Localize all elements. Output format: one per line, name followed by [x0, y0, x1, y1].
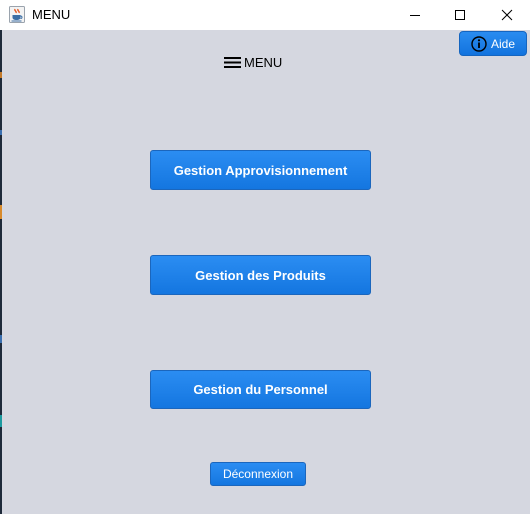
minimize-button[interactable]: [393, 0, 437, 30]
gestion-approvisionnement-label: Gestion Approvisionnement: [173, 162, 348, 178]
app-window: MENU Aide MENU Gestion Approvisionnement…: [0, 0, 530, 514]
help-button-label: Aide: [490, 36, 516, 51]
close-button[interactable]: [485, 0, 529, 30]
java-cup-icon: [9, 6, 25, 23]
menu-heading: MENU: [224, 53, 282, 71]
menu-heading-label: MENU: [244, 54, 283, 70]
minimize-icon: [410, 15, 420, 16]
help-button[interactable]: Aide: [459, 31, 527, 56]
title-bar[interactable]: MENU: [0, 0, 530, 30]
maximize-button[interactable]: [438, 0, 482, 30]
window-title: MENU: [32, 7, 71, 22]
hamburger-icon: [224, 57, 241, 68]
gestion-produits-button[interactable]: Gestion des Produits: [150, 255, 371, 295]
gestion-approvisionnement-button[interactable]: Gestion Approvisionnement: [150, 150, 371, 190]
gestion-personnel-label: Gestion du Personnel: [193, 382, 328, 397]
logout-button[interactable]: Déconnexion: [210, 462, 306, 486]
gestion-personnel-button[interactable]: Gestion du Personnel: [150, 370, 371, 409]
close-icon: [501, 9, 513, 21]
gestion-produits-label: Gestion des Produits: [195, 267, 326, 283]
info-icon: [471, 35, 487, 52]
main-panel: Aide MENU Gestion Approvisionnement Gest…: [2, 30, 530, 514]
logout-label: Déconnexion: [222, 467, 294, 481]
maximize-icon: [455, 10, 465, 20]
